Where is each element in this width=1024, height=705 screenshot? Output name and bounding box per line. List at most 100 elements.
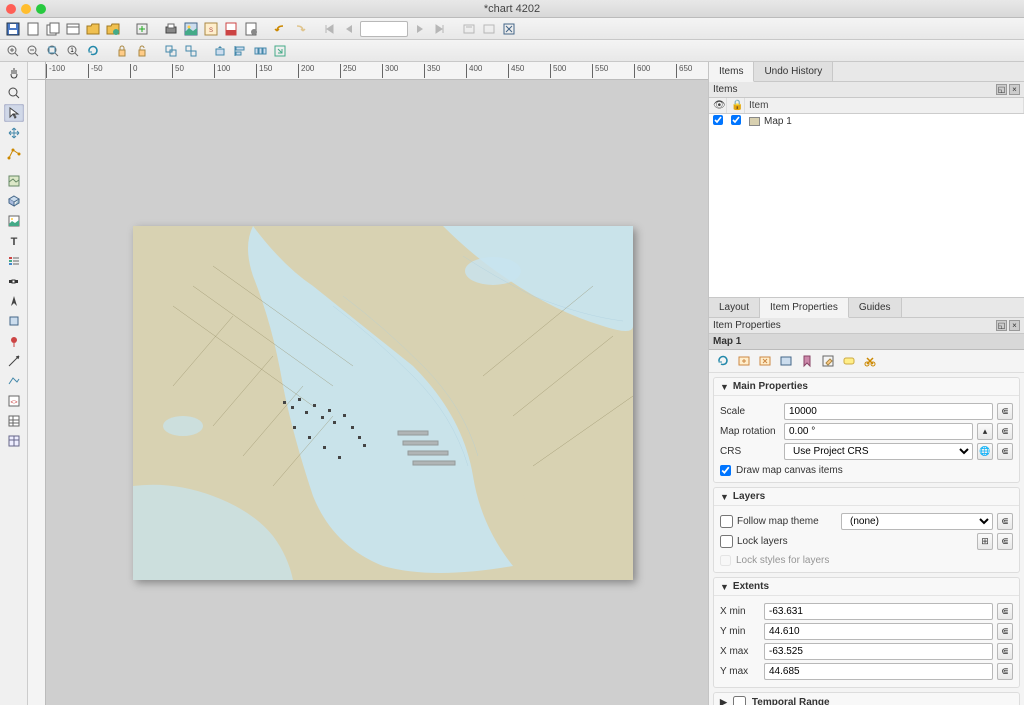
new-layout-button[interactable] xyxy=(24,20,41,37)
zoom-in-button[interactable] xyxy=(4,42,21,59)
copy-layers-button[interactable]: ⊞ xyxy=(977,533,993,550)
page-number-input[interactable] xyxy=(360,21,408,37)
rotation-spinner[interactable]: ▴ xyxy=(977,423,993,440)
save-as-template-button[interactable] xyxy=(104,20,121,37)
ymin-input[interactable] xyxy=(764,623,993,640)
select-move-tool[interactable] xyxy=(4,104,24,122)
main-properties-header[interactable]: ▼Main Properties xyxy=(714,378,1019,396)
lock-layers-checkbox[interactable] xyxy=(720,535,733,548)
item-row[interactable]: Map 1 xyxy=(709,114,1024,129)
properties-scroll[interactable]: ▼Main Properties Scale ⋐ Map rotation ▴ … xyxy=(709,373,1024,705)
set-map-scale-button[interactable] xyxy=(778,353,794,369)
map-item[interactable] xyxy=(133,226,633,580)
rotation-override-button[interactable]: ⋐ xyxy=(997,423,1013,440)
first-page-button[interactable] xyxy=(320,20,337,37)
add-3dmap-tool[interactable] xyxy=(4,192,24,210)
interactive-edit-button[interactable] xyxy=(820,353,836,369)
ymax-input[interactable] xyxy=(764,663,993,680)
panel-undock-button-2[interactable]: ◱ xyxy=(996,320,1007,331)
prev-page-button[interactable] xyxy=(340,20,357,37)
save-button[interactable] xyxy=(4,20,21,37)
export-svg-button[interactable]: S xyxy=(202,20,219,37)
align-left-button[interactable] xyxy=(231,42,248,59)
scale-input[interactable] xyxy=(784,403,993,420)
xmax-override-button[interactable]: ⋐ xyxy=(997,643,1013,660)
duplicate-layout-button[interactable] xyxy=(44,20,61,37)
resize-button[interactable] xyxy=(271,42,288,59)
view-extent-in-canvas-button[interactable] xyxy=(757,353,773,369)
layout-page[interactable] xyxy=(133,226,633,580)
add-fixedtable-tool[interactable] xyxy=(4,432,24,450)
edit-nodes-tool[interactable] xyxy=(4,144,24,162)
lock-items-button[interactable] xyxy=(113,42,130,59)
undo-button[interactable] xyxy=(271,20,288,37)
set-to-canvas-extent-button[interactable] xyxy=(736,353,752,369)
item-visibility-checkbox[interactable] xyxy=(713,115,723,125)
xmin-override-button[interactable]: ⋐ xyxy=(997,603,1013,620)
zoom-tool[interactable] xyxy=(4,84,24,102)
add-html-tool[interactable]: <> xyxy=(4,392,24,410)
ungroup-button[interactable] xyxy=(182,42,199,59)
lock-layers-override-button[interactable]: ⋐ xyxy=(997,533,1013,550)
last-page-button[interactable] xyxy=(431,20,448,37)
raise-button[interactable] xyxy=(211,42,228,59)
labeling-settings-button[interactable] xyxy=(841,353,857,369)
export-image-button[interactable] xyxy=(182,20,199,37)
move-item-content-tool[interactable] xyxy=(4,124,24,142)
page-setup-button[interactable] xyxy=(242,20,259,37)
layers-header[interactable]: ▼Layers xyxy=(714,488,1019,506)
group-button[interactable] xyxy=(162,42,179,59)
add-label-tool[interactable]: T xyxy=(4,232,24,250)
tab-guides[interactable]: Guides xyxy=(849,298,902,317)
ymin-override-button[interactable]: ⋐ xyxy=(997,623,1013,640)
ymax-override-button[interactable]: ⋐ xyxy=(997,663,1013,680)
zoom-full-button[interactable] xyxy=(44,42,61,59)
panel-undock-button[interactable]: ◱ xyxy=(996,84,1007,95)
add-nodeitem-tool[interactable] xyxy=(4,372,24,390)
atlas-preview-button[interactable] xyxy=(460,20,477,37)
panel-close-button[interactable]: × xyxy=(1009,84,1020,95)
update-preview-button[interactable] xyxy=(715,353,731,369)
redo-button[interactable] xyxy=(291,20,308,37)
tab-layout[interactable]: Layout xyxy=(709,298,760,317)
tab-item-properties[interactable]: Item Properties xyxy=(760,298,849,318)
crs-override-button[interactable]: ⋐ xyxy=(997,443,1013,460)
tab-items[interactable]: Items xyxy=(709,62,754,82)
draw-canvas-items-checkbox[interactable] xyxy=(720,465,731,476)
theme-override-button[interactable]: ⋐ xyxy=(997,513,1013,530)
open-folder-button[interactable] xyxy=(84,20,101,37)
add-northarrow-tool[interactable] xyxy=(4,292,24,310)
layout-canvas[interactable]: -100-50050100150200250300350400450500550… xyxy=(28,62,708,705)
scale-override-button[interactable]: ⋐ xyxy=(997,403,1013,420)
layout-manager-button[interactable] xyxy=(64,20,81,37)
item-lock-checkbox[interactable] xyxy=(731,115,741,125)
xmin-input[interactable] xyxy=(764,603,993,620)
extents-header[interactable]: ▼Extents xyxy=(714,578,1019,596)
theme-select[interactable]: (none) xyxy=(841,513,993,530)
crs-select[interactable]: Use Project CRS xyxy=(784,443,973,460)
zoom-out-button[interactable] xyxy=(24,42,41,59)
refresh-button[interactable] xyxy=(84,42,101,59)
atlas-export-button[interactable] xyxy=(480,20,497,37)
distribute-button[interactable] xyxy=(251,42,268,59)
temporal-range-header[interactable]: ▶Temporal Range xyxy=(714,693,1019,705)
panel-close-button-2[interactable]: × xyxy=(1009,320,1020,331)
add-map-tool[interactable] xyxy=(4,172,24,190)
temporal-range-enable-checkbox[interactable] xyxy=(733,696,746,705)
unlock-items-button[interactable] xyxy=(133,42,150,59)
add-arrow-tool[interactable] xyxy=(4,352,24,370)
xmax-input[interactable] xyxy=(764,643,993,660)
add-items-button[interactable] xyxy=(133,20,150,37)
print-button[interactable] xyxy=(162,20,179,37)
add-marker-tool[interactable] xyxy=(4,332,24,350)
clipping-settings-button[interactable] xyxy=(862,353,878,369)
export-pdf-button[interactable] xyxy=(222,20,239,37)
zoom-actual-button[interactable]: 1 xyxy=(64,42,81,59)
bookmarks-button[interactable] xyxy=(799,353,815,369)
next-page-button[interactable] xyxy=(411,20,428,37)
add-table-tool[interactable] xyxy=(4,412,24,430)
follow-theme-checkbox[interactable] xyxy=(720,515,733,528)
atlas-settings-button[interactable] xyxy=(500,20,517,37)
add-scalebar-tool[interactable] xyxy=(4,272,24,290)
rotation-input[interactable] xyxy=(784,423,973,440)
